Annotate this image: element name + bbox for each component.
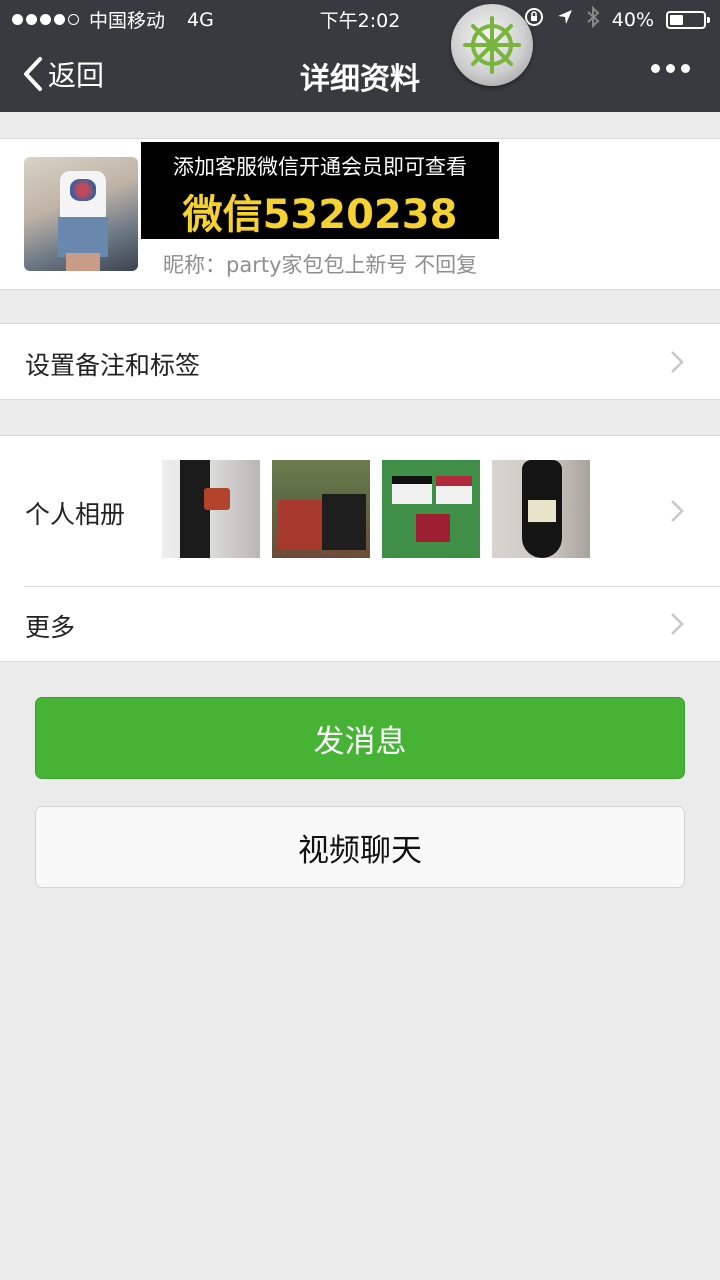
album-thumbnails [162,460,590,558]
avatar[interactable] [24,157,138,271]
more-info-label: 更多 [25,613,76,642]
more-options-button[interactable] [651,64,690,73]
dot-icon [666,64,675,73]
chevron-right-icon [671,500,684,522]
dot-icon [681,64,690,73]
more-info-cell[interactable]: 更多 [0,586,720,661]
chevron-right-icon [671,613,684,635]
album-thumbnail [272,460,370,558]
promo-line-1: 添加客服微信开通会员即可查看 [173,155,467,179]
top-bar: 中国移动 4G 下午2:02 40% 返回 详细资料 [0,0,720,112]
back-label: 返回 [48,59,105,92]
battery-fill [670,14,683,25]
album-thumbnail [162,460,260,558]
album-group: 个人相册 更多 [0,435,720,662]
profile-card: 添加客服微信开通会员即可查看 微信5320238 昵称：party家包包上新号 … [0,138,720,290]
page-title: 详细资料 [300,62,420,97]
set-remark-tags-cell[interactable]: 设置备注和标签 [0,324,720,399]
personal-album-label: 个人相册 [25,500,126,529]
status-right: 40% [524,5,710,33]
set-remark-tags-label: 设置备注和标签 [25,351,201,380]
battery-icon [666,10,710,29]
battery-percent: 40% [611,8,654,31]
promo-wechat-id: 微信5320238 [182,192,458,238]
promo-banner: 添加客服微信开通会员即可查看 微信5320238 [141,142,499,239]
album-thumbnail [382,460,480,558]
nickname: 昵称：party家包包上新号 不回复 [163,253,478,277]
video-chat-button[interactable]: 视频聊天 [35,806,685,888]
back-button[interactable]: 返回 [22,52,104,96]
personal-album-cell[interactable]: 个人相册 [0,436,720,586]
send-message-button[interactable]: 发消息 [35,697,685,779]
album-thumbnail [492,460,590,558]
status-bar: 中国移动 4G 下午2:02 40% [0,0,720,38]
remark-group: 设置备注和标签 [0,323,720,400]
bluetooth-icon [586,5,600,33]
location-arrow-icon [556,8,574,31]
chevron-right-icon [671,351,684,373]
chevron-left-icon [24,57,42,91]
navigation-bar: 返回 详细资料 [0,38,720,112]
dot-icon [651,64,660,73]
